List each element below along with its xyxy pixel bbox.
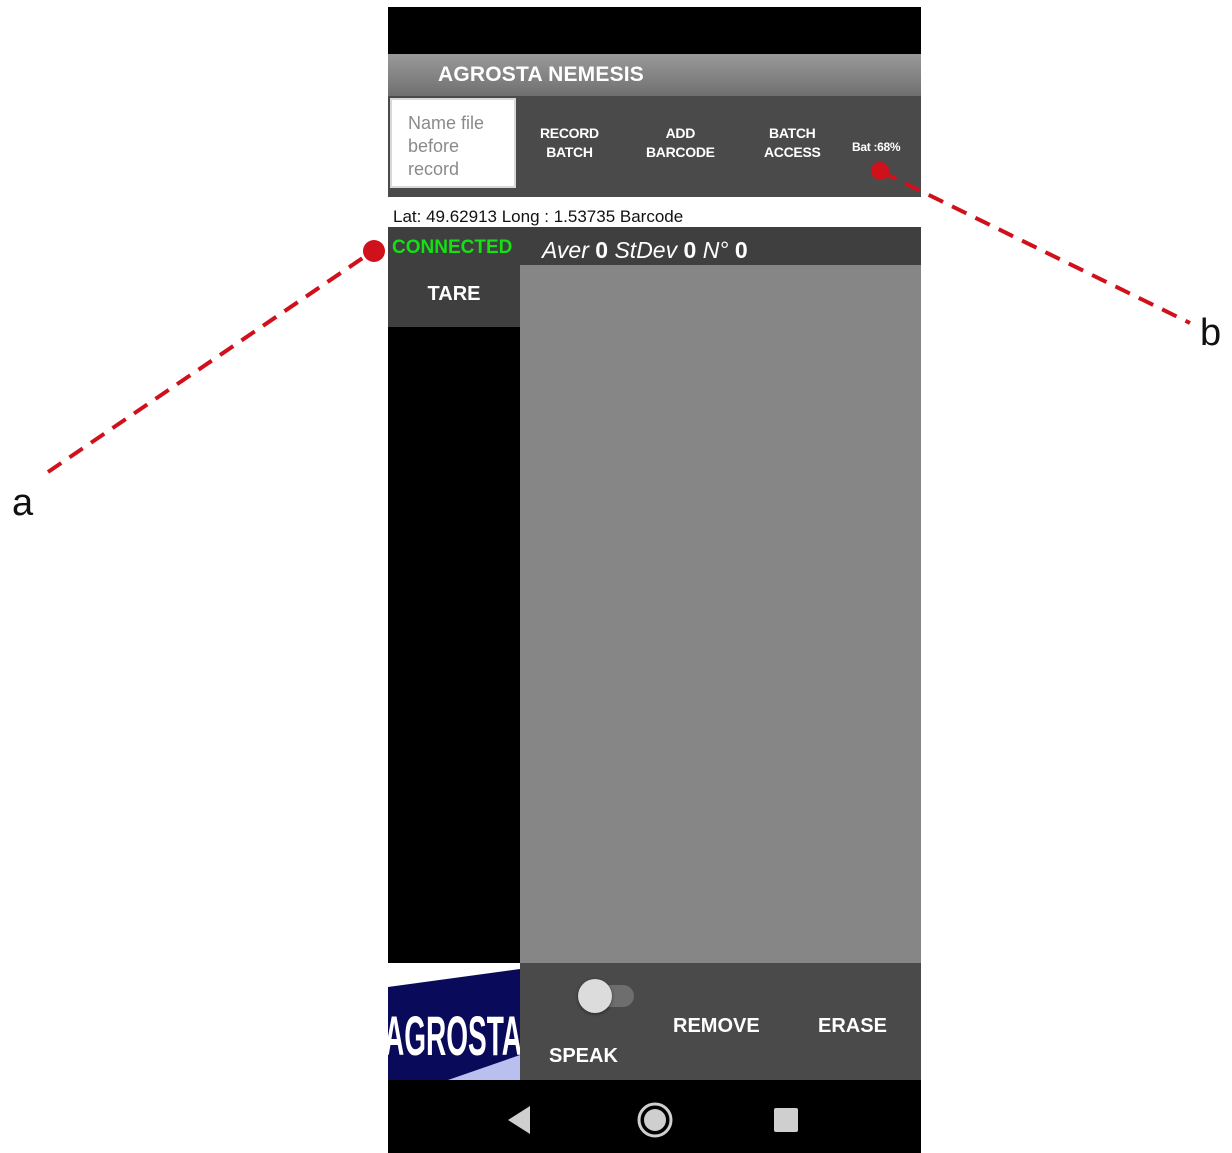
recents-icon[interactable] <box>746 1080 826 1153</box>
tare-button[interactable]: TARE <box>388 265 520 327</box>
add-barcode-button[interactable]: ADD BARCODE <box>646 124 715 162</box>
speak-label: SPEAK <box>549 1045 618 1067</box>
callout-label-b: b <box>1200 312 1222 354</box>
stats-summary: Aver 0 StDev 0 N° 0 <box>542 237 748 264</box>
logo-graphic: AGROSTA <box>388 963 520 1080</box>
app-title-bar: AGROSTA NEMESIS <box>388 54 921 96</box>
phone-screen: AGROSTA NEMESIS Name file before record … <box>388 7 921 1153</box>
app-title: AGROSTA NEMESIS <box>438 63 645 86</box>
count-label: N° <box>702 237 729 263</box>
logo-text: AGROSTA <box>388 1004 520 1067</box>
file-name-input[interactable]: Name file before record <box>390 98 516 188</box>
android-nav-bar <box>388 1080 921 1153</box>
count-value: 0 <box>734 237 748 263</box>
callout-label-a: a <box>12 482 34 524</box>
connection-status: CONNECTED <box>392 237 513 258</box>
stdev-label: StDev <box>614 237 678 263</box>
gps-coordinates: Lat: 49.62913 Long : 1.53735 Barcode <box>393 207 684 226</box>
back-icon[interactable] <box>480 1080 560 1153</box>
chart-area <box>520 265 921 963</box>
stats-bar: CONNECTED Aver 0 StDev 0 N° 0 <box>388 227 921 265</box>
speak-toggle-thumb[interactable] <box>578 979 612 1013</box>
home-icon[interactable] <box>615 1080 695 1153</box>
average-label: Aver <box>542 237 589 263</box>
callout-dot-a <box>363 240 385 262</box>
measurements-list <box>388 327 520 963</box>
agrosta-logo: AGROSTA <box>388 963 520 1080</box>
bottom-action-bar: SPEAK REMOVE ERASE <box>520 963 921 1080</box>
stdev-value: 0 <box>683 237 697 263</box>
record-batch-button[interactable]: RECORD BATCH <box>540 124 599 162</box>
remove-button[interactable]: REMOVE <box>673 1015 760 1038</box>
battery-status: Bat :68% <box>852 140 901 154</box>
callout-line-b <box>881 170 1191 325</box>
erase-button[interactable]: ERASE <box>818 1015 887 1038</box>
location-bar: Lat: 49.62913 Long : 1.53735 Barcode <box>388 197 921 227</box>
toolbar: Name file before record RECORD BATCH ADD… <box>388 96 921 197</box>
average-value: 0 <box>595 237 609 263</box>
batch-access-button[interactable]: BATCH ACCESS <box>764 124 821 162</box>
callout-line-a <box>46 249 375 474</box>
